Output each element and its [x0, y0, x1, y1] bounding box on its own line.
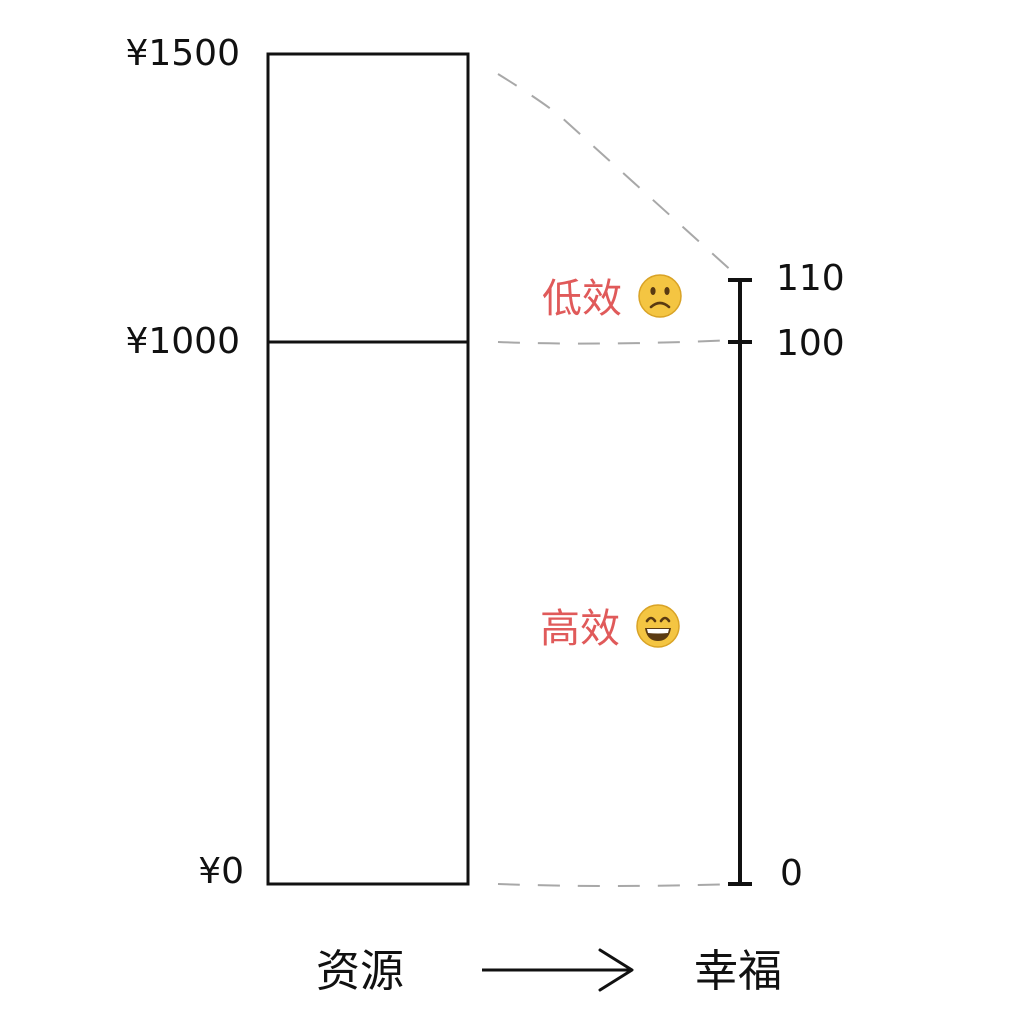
resource-column [266, 52, 470, 886]
resource-label-0: ¥0 [198, 851, 244, 892]
resource-label-1500: ¥1500 [125, 33, 240, 74]
connector-1500-to-110 [497, 73, 736, 275]
caption-happiness: 幸福 [694, 946, 782, 997]
connector-1000-to-100 [497, 339, 736, 345]
dashed-connectors [497, 73, 736, 887]
captions: 资源 幸福 [316, 946, 782, 997]
resource-label-1000: ¥1000 [125, 321, 240, 362]
resource-column-box [266, 52, 470, 886]
caption-resources: 资源 [316, 946, 404, 997]
happiness-label-110: 110 [776, 258, 845, 299]
resource-happiness-diagram: ¥1500 ¥1000 ¥0 110 100 0 低效 高效 资源 幸福 [125, 33, 845, 997]
right-arrow-icon [482, 948, 634, 992]
connector-0-to-0 [497, 883, 736, 887]
region-high-efficiency: 高效 [540, 604, 680, 652]
happiness-scale [728, 278, 752, 886]
sad-face-icon [638, 274, 682, 318]
happiness-tick-labels: 110 100 0 [776, 258, 845, 894]
region-high-label: 高效 [540, 606, 620, 652]
region-low-efficiency: 低效 [542, 274, 682, 322]
happiness-label-0: 0 [780, 853, 803, 894]
happiness-label-100: 100 [776, 323, 845, 364]
grinning-face-icon [636, 604, 680, 648]
resource-tick-labels: ¥1500 ¥1000 ¥0 [125, 33, 244, 892]
region-low-label: 低效 [542, 276, 622, 322]
